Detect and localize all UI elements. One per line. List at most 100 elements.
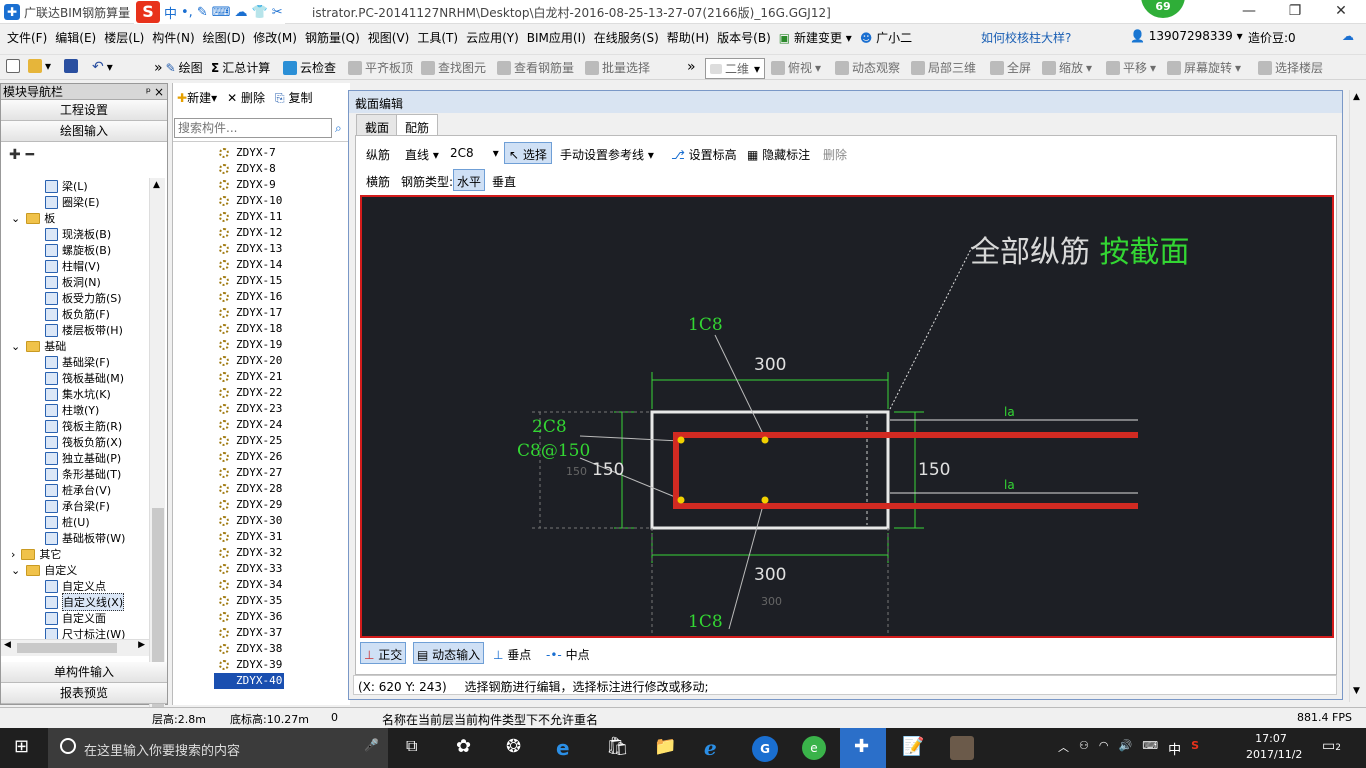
component-list-item[interactable]: ZDYX-30 xyxy=(236,513,282,529)
component-list-item[interactable]: ZDYX-23 xyxy=(236,401,282,417)
menu-version[interactable]: 版本号(B) xyxy=(713,29,775,46)
rebar-node[interactable] xyxy=(677,496,685,504)
tray-network-app-icon[interactable]: ⚇ xyxy=(1079,739,1089,763)
report-preview-button[interactable]: 报表预览 xyxy=(1,683,167,704)
tree-item[interactable]: 自定义面 xyxy=(45,610,106,626)
360-browser-icon[interactable]: e xyxy=(802,736,826,760)
component-list-item[interactable]: ZDYX-14 xyxy=(236,257,282,273)
cloud-check-button[interactable]: 云检查 xyxy=(283,59,336,76)
horizontal-button[interactable]: 水平 xyxy=(453,169,486,191)
cloud-icon[interactable]: ☁ xyxy=(1342,29,1354,43)
sogou-tray-icon[interactable]: S xyxy=(1191,739,1199,763)
tree-item[interactable]: 筏板负筋(X) xyxy=(45,434,122,450)
tree-item[interactable]: 现浇板(B) xyxy=(45,226,111,242)
component-list-item[interactable]: ZDYX-8 xyxy=(236,161,276,177)
midpoint-snap-button[interactable]: -•- 中点 xyxy=(546,646,590,663)
tree-item[interactable]: ⌄ 板 xyxy=(11,210,55,226)
tree-item[interactable]: 独立基础(P) xyxy=(45,450,121,466)
pinwheel-app-icon[interactable]: ✿ xyxy=(456,736,471,760)
tree-item[interactable]: 板受力筋(S) xyxy=(45,290,122,306)
component-list-item[interactable]: ZDYX-12 xyxy=(236,225,282,241)
tree-item[interactable]: 柱墩(Y) xyxy=(45,402,99,418)
windows-start-icon[interactable]: ⊞ xyxy=(14,736,34,760)
la-top-label[interactable]: la xyxy=(1004,405,1015,419)
component-list-item[interactable]: ZDYX-26 xyxy=(236,449,282,465)
tree-item[interactable]: 条形基础(T) xyxy=(45,466,121,482)
input-lang-indicator[interactable]: 中 xyxy=(1168,739,1181,763)
rebar-node[interactable] xyxy=(677,436,685,444)
component-list-item[interactable]: ZDYX-20 xyxy=(236,353,282,369)
rebar-node[interactable] xyxy=(761,496,769,504)
batch-select-button[interactable]: 批量选择 xyxy=(585,59,650,76)
user-account[interactable]: 👤 13907298339 ▾ xyxy=(1130,29,1243,43)
set-elevation-button[interactable]: ⎇ 设置标高 xyxy=(671,146,737,163)
new-component-button[interactable]: ✚新建▾ xyxy=(177,89,217,106)
component-list-item[interactable]: ZDYX-32 xyxy=(236,545,282,561)
component-list-item[interactable]: ZDYX-27 xyxy=(236,465,282,481)
ime-toolbar[interactable]: S 中 •, ✎ ⌨ ☁ 👕 ✂ xyxy=(134,0,285,24)
tree-item[interactable]: 基础梁(F) xyxy=(45,354,110,370)
clock[interactable]: 17:07 2017/11/2 xyxy=(1246,731,1302,761)
menu-modify[interactable]: 修改(M) xyxy=(249,29,301,46)
ie-browser-icon[interactable]: ℯ xyxy=(704,736,717,760)
tree-item[interactable]: 自定义线(X) xyxy=(45,593,125,611)
tree-collapse-icon[interactable]: ⌄ xyxy=(11,340,20,353)
rebar-spec-select[interactable]: 2C8 ▾ xyxy=(450,146,499,160)
component-list-item[interactable]: ZDYX-18 xyxy=(236,321,282,337)
nav-hscrollbar[interactable]: ◀ ▶ xyxy=(1,639,149,656)
tree-item[interactable]: 板洞(N) xyxy=(45,274,101,290)
component-list-item[interactable]: ZDYX-28 xyxy=(236,481,282,497)
microphone-icon[interactable]: 🎤 xyxy=(364,738,379,752)
tree-item[interactable]: 自定义点 xyxy=(45,578,106,594)
file-explorer-icon[interactable]: 📁 xyxy=(654,736,676,760)
dim-top-text[interactable]: 300 xyxy=(754,355,786,375)
restore-button[interactable]: ❐ xyxy=(1272,0,1318,24)
ime-voice-icon[interactable]: ✎ xyxy=(197,5,208,20)
dim-left-text[interactable]: 150 xyxy=(592,460,624,480)
search-icon[interactable]: ⌕ xyxy=(335,121,342,136)
save-button[interactable] xyxy=(64,59,78,73)
find-elem-button[interactable]: 查找图元 xyxy=(421,59,486,76)
photo-app-icon[interactable] xyxy=(950,736,974,760)
tree-item[interactable]: 圈梁(E) xyxy=(45,194,100,210)
tree-item[interactable]: 集水坑(K) xyxy=(45,386,111,402)
nav-scrollbar[interactable]: ▲ xyxy=(149,178,165,724)
ime-punct-icon[interactable]: •, xyxy=(181,5,193,20)
component-list-item[interactable]: ZDYX-13 xyxy=(236,241,282,257)
view-mode-select[interactable]: 二维 ▾ xyxy=(705,58,765,79)
project-settings-button[interactable]: 工程设置 xyxy=(1,100,167,121)
component-list-item[interactable]: ZDYX-17 xyxy=(236,305,282,321)
tab-rebar[interactable]: 配筋 xyxy=(396,114,439,136)
nav-hscroll-thumb[interactable] xyxy=(17,643,117,653)
component-list-item[interactable]: ZDYX-29 xyxy=(236,497,282,513)
dynamic-view-button[interactable]: 动态观察 xyxy=(835,59,900,76)
draw-button[interactable]: » ✎ 绘图 xyxy=(154,59,203,76)
component-list-item[interactable]: ZDYX-31 xyxy=(236,529,282,545)
notes-app-icon[interactable]: 📝 xyxy=(902,736,924,760)
tree-item[interactable]: 基础板带(W) xyxy=(45,530,125,546)
longitudinal-button[interactable]: 纵筋 xyxy=(366,146,390,163)
label-1c8-bottom[interactable]: 1C8 xyxy=(688,612,723,632)
zoom-button[interactable]: 缩放 ▾ xyxy=(1042,59,1092,76)
perpendicular-snap-button[interactable]: ⊥ 垂点 xyxy=(493,646,531,663)
main-vscrollbar[interactable]: ▲ ▼ xyxy=(1349,90,1365,702)
tree-item[interactable]: 柱帽(V) xyxy=(45,258,100,274)
component-list-item[interactable]: ZDYX-16 xyxy=(236,289,282,305)
tree-item[interactable]: ⌄ 自定义 xyxy=(11,562,77,578)
transverse-button[interactable]: 横筋 xyxy=(366,173,390,190)
component-list-item[interactable]: ZDYX-40 xyxy=(214,673,284,689)
tab-section[interactable]: 截面 xyxy=(356,114,399,136)
open-file-button[interactable]: ▾ xyxy=(28,59,51,73)
rebar-node[interactable] xyxy=(761,436,769,444)
swirl-app-icon[interactable]: ❂ xyxy=(506,736,521,760)
system-tray[interactable]: ︿ ⚇ ◠ 🔊 ⌨ 中 S xyxy=(1058,739,1199,763)
label-1c8-top[interactable]: 1C8 xyxy=(688,315,723,335)
la-bottom-label[interactable]: la xyxy=(1004,478,1015,492)
store-icon[interactable]: 🛍 xyxy=(606,736,629,760)
calc-button[interactable]: Σ 汇总计算 xyxy=(211,59,270,76)
menu-bim[interactable]: BIM应用(I) xyxy=(523,29,590,46)
tray-expand-icon[interactable]: ︿ xyxy=(1058,739,1069,763)
tree-item[interactable]: 桩(U) xyxy=(45,514,90,530)
section-canvas[interactable]: 全部纵筋 按截面 1C8 1C8 2C8 C8@150 300 300 300 … xyxy=(360,195,1334,638)
ime-user-icon[interactable]: ☁ xyxy=(235,5,248,20)
